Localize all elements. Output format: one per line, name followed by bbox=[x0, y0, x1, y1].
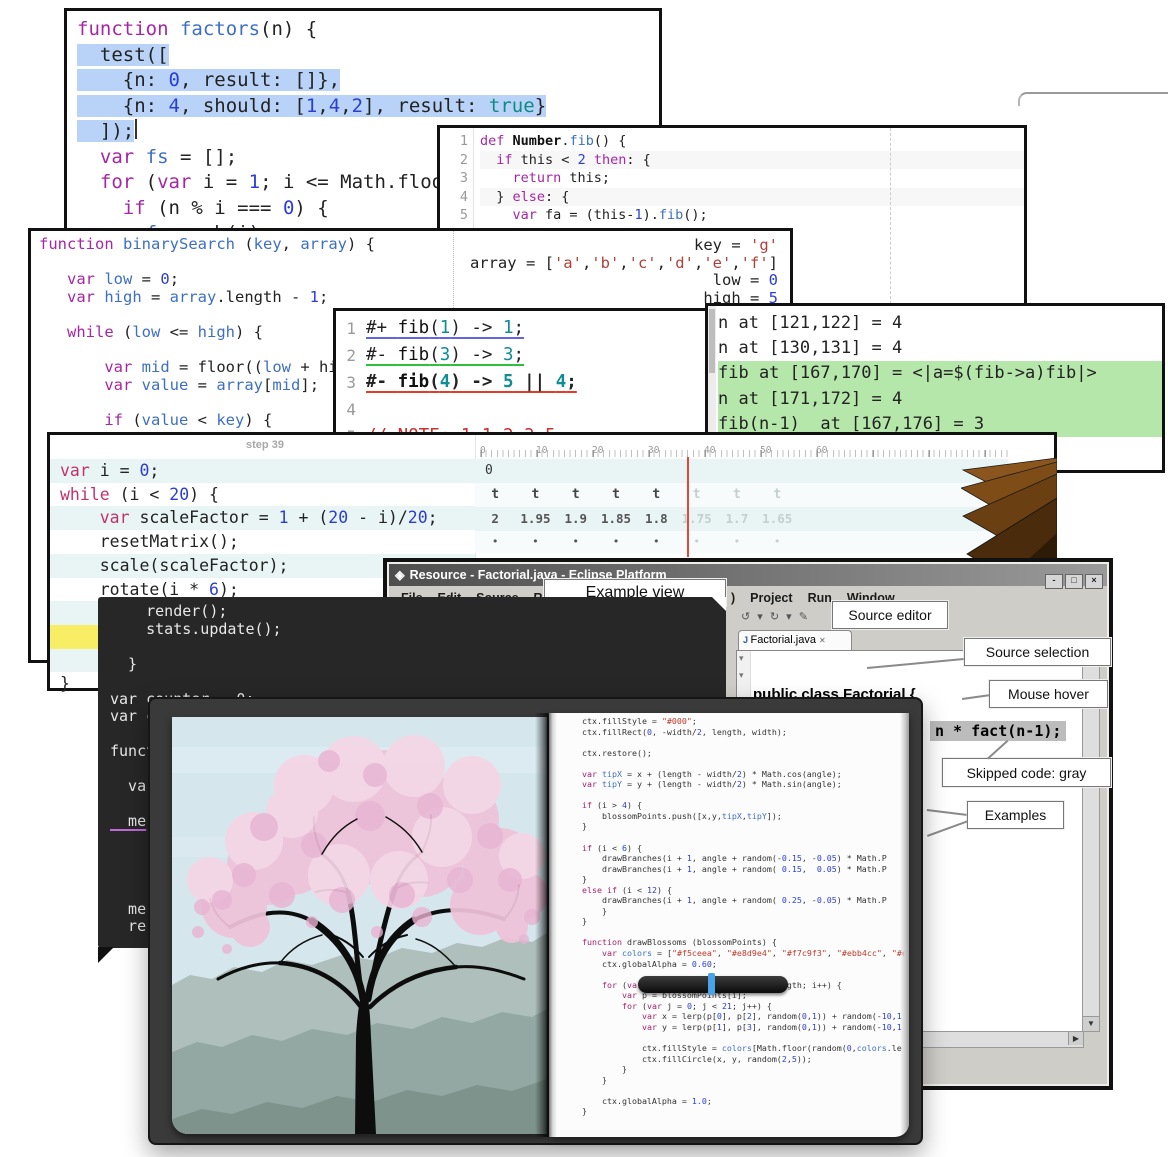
callout-text: Examples bbox=[985, 807, 1046, 823]
tab-close-icon[interactable]: ✕ bbox=[819, 636, 826, 645]
folded-corner bbox=[712, 597, 726, 611]
callout-mouse-hover: Mouse hover bbox=[989, 680, 1108, 708]
fib-line-numbers: 12345 bbox=[442, 132, 468, 225]
book-window: ctx.fillStyle = "#000";ctx.fillRect(0, -… bbox=[148, 697, 923, 1145]
timeline-var-row: tttttttt bbox=[475, 483, 1008, 507]
callout-text: Skipped code: gray bbox=[967, 765, 1087, 781]
callout-text: Source selection bbox=[986, 644, 1090, 660]
partial-window-edge bbox=[1018, 92, 1168, 106]
timeline-dot-row: •••••••• bbox=[475, 531, 1008, 553]
eclipse-title-bar[interactable]: ◈Resource - Factorial.java - Eclipse Pla… bbox=[389, 564, 1107, 586]
screenshot-collage: function factors(n) { test([ {n: 0, resu… bbox=[0, 0, 1168, 1157]
scrollbar-thumb[interactable] bbox=[709, 309, 715, 373]
timeline-step-value: 0 bbox=[475, 463, 493, 478]
tests-line-numbers: 12345 bbox=[340, 315, 356, 450]
book-spine bbox=[535, 713, 557, 1137]
callout-skipped-code: Skipped code: gray bbox=[942, 758, 1111, 787]
tests-code-area[interactable]: #+ fib(1) -> 1;#- fib(3) -> 3;#- fib(4) … bbox=[366, 315, 577, 450]
eclipse-toolbar[interactable]: ↺ ▾ ↻ ▾ ✎ bbox=[741, 610, 810, 623]
timeline-step-row: 0 bbox=[475, 459, 1008, 483]
tab-factorial-java[interactable]: J Factorial.java ✕ bbox=[738, 630, 852, 651]
tab-label: Factorial.java bbox=[751, 634, 816, 646]
window-controls[interactable]: -□× bbox=[1043, 568, 1103, 590]
trace-output-lines: n at [121,122] = 4n at [130,131] = 4fib … bbox=[718, 311, 1162, 437]
fold-marker-icon[interactable]: ▾ bbox=[739, 670, 744, 681]
callout-source-selection: Source selection bbox=[964, 638, 1111, 666]
timeline-value-row: 21.951.91.851.81.751.71.65 bbox=[475, 507, 1008, 531]
scrubber-handle[interactable] bbox=[708, 973, 715, 995]
callout-text: Mouse hover bbox=[1008, 686, 1089, 702]
callout-source-editor: Source editor bbox=[832, 601, 948, 629]
live-variable-values: key = 'g'array = ['a','b','c','d','e','f… bbox=[470, 237, 778, 307]
playhead[interactable] bbox=[687, 457, 689, 557]
timeline-ruler-ticks[interactable] bbox=[480, 450, 1008, 457]
cherry-blossom-illustration bbox=[172, 717, 547, 1134]
scroll-right-button[interactable]: ▶ bbox=[1068, 1032, 1083, 1045]
step-header: step 39 bbox=[50, 439, 480, 451]
print-margin-guide bbox=[890, 128, 891, 309]
java-file-icon: J bbox=[743, 635, 751, 645]
eclipse-icon: ◈ bbox=[395, 568, 405, 582]
scroll-down-button[interactable]: ▼ bbox=[1083, 1016, 1099, 1031]
callout-text: Source editor bbox=[848, 607, 931, 623]
binary-search-code-area[interactable]: function binarySearch (key, array) { var… bbox=[39, 236, 375, 430]
number-scrubber[interactable] bbox=[638, 976, 788, 993]
fib-code-area[interactable]: def Number.fib() { if this < 2 then: { r… bbox=[480, 132, 1024, 225]
book-code-area[interactable]: ctx.fillStyle = "#000";ctx.fillRect(0, -… bbox=[582, 716, 907, 1117]
callout-examples: Examples bbox=[967, 801, 1064, 829]
fold-marker-icon[interactable]: ▾ bbox=[739, 653, 744, 664]
book-left-page bbox=[172, 717, 547, 1134]
page-edge bbox=[900, 713, 909, 1137]
skipped-code-gray: n * fact(n-1); bbox=[930, 721, 1066, 741]
book-right-page: ctx.fillStyle = "#000";ctx.fillRect(0, -… bbox=[549, 713, 909, 1137]
speech-tail bbox=[98, 947, 114, 963]
